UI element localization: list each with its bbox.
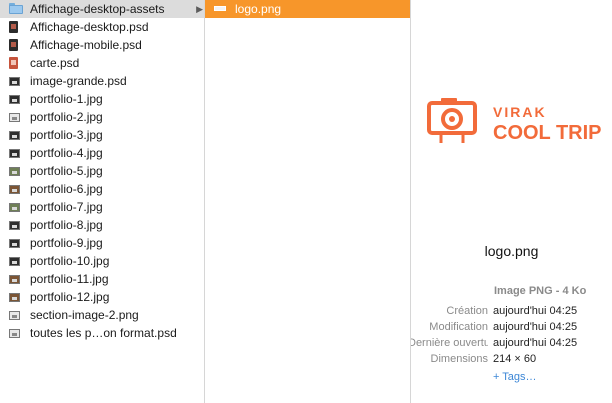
file-row[interactable]: portfolio-10.jpg [0, 252, 204, 270]
image-thumbnail-icon [9, 293, 20, 302]
file-name: Affichage-mobile.psd [30, 38, 142, 52]
file-row[interactable]: carte.psd [0, 54, 204, 72]
info-row-last-opened: Dernière ouverture aujourd'hui 04:25 [411, 335, 612, 351]
file-name: portfolio-11.jpg [30, 272, 109, 286]
info-row-modification: Modification aujourd'hui 04:25 [411, 319, 612, 335]
image-thumbnail-icon [9, 257, 20, 266]
file-name: portfolio-7.jpg [30, 200, 103, 214]
logo-line2: COOL TRIP [493, 122, 602, 144]
file-row-logo-png[interactable]: logo.png [205, 0, 410, 18]
file-name: portfolio-5.jpg [30, 164, 103, 178]
subfolder-column: logo.png [205, 0, 411, 403]
info-value: aujourd'hui 04:25 [493, 305, 578, 317]
file-row[interactable]: portfolio-8.jpg [0, 216, 204, 234]
file-name: portfolio-8.jpg [30, 218, 103, 232]
add-tags-link[interactable]: + Tags… [493, 371, 537, 383]
image-thumbnail-icon [9, 131, 20, 140]
image-thumbnail-icon [9, 239, 20, 248]
disclosure-arrow-icon: ▶ [196, 4, 203, 14]
preview-filename: logo.png [484, 243, 539, 259]
file-name: portfolio-10.jpg [30, 254, 110, 268]
file-row[interactable]: portfolio-4.jpg [0, 144, 204, 162]
image-thumbnail-icon [9, 329, 20, 338]
file-row[interactable]: portfolio-11.jpg [0, 270, 204, 288]
file-row[interactable]: portfolio-6.jpg [0, 180, 204, 198]
image-thumbnail-icon [9, 95, 20, 104]
image-thumbnail-icon [9, 221, 20, 230]
file-name: toutes les p…on format.psd [30, 326, 177, 340]
png-icon [214, 6, 226, 11]
file-name: section-image-2.png [30, 308, 139, 322]
file-name: Affichage-desktop.psd [30, 20, 149, 34]
logo-preview-image: VIRAK COOL TRIP [427, 98, 602, 144]
image-thumbnail-icon [9, 185, 20, 194]
file-name: portfolio-1.jpg [30, 92, 103, 106]
file-row[interactable]: section-image-2.png [0, 306, 204, 324]
file-row[interactable]: portfolio-3.jpg [0, 126, 204, 144]
info-label: Dimensions [430, 353, 488, 365]
folder-icon [9, 3, 23, 14]
file-row[interactable]: portfolio-9.jpg [0, 234, 204, 252]
psd-icon [9, 39, 18, 51]
file-row[interactable]: portfolio-2.jpg [0, 108, 204, 126]
info-row-dimensions: Dimensions 214 × 60 [411, 351, 612, 367]
info-row-creation: Création aujourd'hui 04:25 [411, 303, 612, 319]
file-name: logo.png [235, 2, 282, 16]
image-thumbnail-icon [9, 275, 20, 284]
info-label: Modification [429, 321, 488, 333]
image-thumbnail-icon [9, 149, 20, 158]
image-thumbnail-icon [9, 311, 20, 320]
image-thumbnail-icon [9, 77, 20, 86]
file-row[interactable]: portfolio-5.jpg [0, 162, 204, 180]
file-name: portfolio-2.jpg [30, 110, 103, 124]
info-value: 214 × 60 [493, 353, 537, 365]
info-label: Création [446, 305, 488, 317]
preview-column: VIRAK COOL TRIP logo.png Image PNG - 4 K… [411, 0, 612, 403]
file-row[interactable]: toutes les p…on format.psd [0, 324, 204, 342]
logo-line1: VIRAK [493, 104, 547, 120]
file-row-affichage-desktop-assets[interactable]: Affichage-desktop-assets ▶ [0, 0, 204, 18]
file-list-column: Affichage-desktop-assets ▶ Affichage-des… [0, 0, 205, 403]
file-row[interactable]: portfolio-12.jpg [0, 288, 204, 306]
file-name: image-grande.psd [30, 74, 127, 88]
file-row[interactable]: Affichage-mobile.psd [0, 36, 204, 54]
image-thumbnail-icon [9, 113, 20, 122]
file-name: portfolio-6.jpg [30, 182, 103, 196]
file-name: carte.psd [30, 56, 80, 70]
file-row[interactable]: portfolio-7.jpg [0, 198, 204, 216]
file-kind: Image PNG - 4 Ko [494, 285, 587, 297]
image-thumbnail-icon [9, 203, 20, 212]
file-name: portfolio-3.jpg [30, 128, 103, 142]
info-label: Dernière ouverture [411, 337, 488, 349]
image-thumbnail-icon [9, 167, 20, 176]
psd-red-icon [9, 57, 18, 69]
psd-icon [9, 21, 18, 33]
file-name: portfolio-9.jpg [30, 236, 103, 250]
file-name: portfolio-4.jpg [30, 146, 103, 160]
file-name: Affichage-desktop-assets [30, 2, 165, 16]
info-value: aujourd'hui 04:25 [493, 321, 578, 333]
file-name: portfolio-12.jpg [30, 290, 110, 304]
file-row[interactable]: Affichage-desktop.psd [0, 18, 204, 36]
file-row[interactable]: portfolio-1.jpg [0, 90, 204, 108]
info-value: aujourd'hui 04:25 [493, 337, 578, 349]
file-row[interactable]: image-grande.psd [0, 72, 204, 90]
